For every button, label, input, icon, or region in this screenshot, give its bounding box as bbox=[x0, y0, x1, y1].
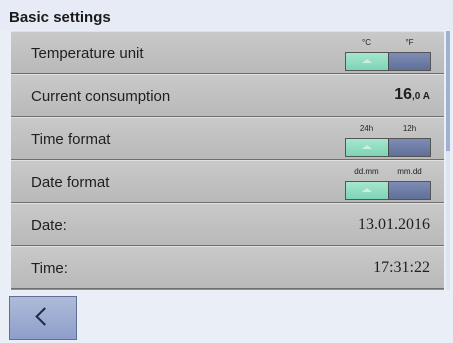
setting-row-date-format: Date format dd.mm mm.dd bbox=[11, 160, 444, 203]
current-consumption-value: 16,0 A bbox=[394, 86, 430, 104]
setting-row-time[interactable]: Time: 17:31:22 bbox=[11, 246, 444, 289]
temperature-unit-toggle[interactable]: °C °F bbox=[345, 38, 431, 72]
scrollbar[interactable] bbox=[446, 31, 450, 290]
header-bar: Basic settings bbox=[0, 0, 453, 30]
toggle-track bbox=[345, 138, 431, 157]
toggle-option-label: 24h bbox=[359, 124, 374, 133]
toggle-option-label: dd.mm bbox=[354, 167, 379, 176]
settings-list[interactable]: Temperature unit °C °F Current consumpti… bbox=[11, 31, 444, 290]
setting-label: Time: bbox=[31, 260, 68, 277]
date-format-toggle[interactable]: dd.mm mm.dd bbox=[345, 167, 431, 201]
toggle-option-12h[interactable] bbox=[387, 139, 430, 156]
toggle-option-mmdd[interactable] bbox=[387, 182, 430, 199]
setting-row-date[interactable]: Date: 13.01.2016 bbox=[11, 203, 444, 246]
setting-label: Current consumption bbox=[31, 88, 171, 105]
page-title: Basic settings bbox=[9, 9, 111, 26]
toggle-option-label: °C bbox=[362, 38, 371, 47]
caret-up-icon bbox=[361, 188, 372, 192]
back-button[interactable] bbox=[9, 296, 77, 340]
setting-label: Temperature unit bbox=[31, 45, 144, 62]
toggle-option-label: mm.dd bbox=[397, 167, 422, 176]
toggle-option-ddmm[interactable] bbox=[346, 182, 388, 199]
setting-row-current-consumption: Current consumption 16,0 A bbox=[11, 74, 444, 117]
caret-up-icon bbox=[361, 59, 372, 63]
toggle-track bbox=[345, 52, 431, 71]
toggle-track bbox=[345, 181, 431, 200]
toggle-option-label: °F bbox=[405, 38, 414, 47]
settings-screen: Basic settings Temperature unit °C °F Cu… bbox=[0, 0, 453, 343]
chevron-left-icon bbox=[35, 307, 54, 326]
current-value-main: 16 bbox=[394, 86, 413, 103]
setting-row-time-format: Time format 24h 12h bbox=[11, 117, 444, 160]
current-value-decimal: ,0 A bbox=[412, 91, 430, 102]
setting-label: Time format bbox=[31, 131, 111, 148]
caret-up-icon bbox=[361, 145, 372, 149]
setting-label: Date: bbox=[31, 217, 67, 234]
toggle-option-fahrenheit[interactable] bbox=[387, 53, 430, 70]
toggle-option-celsius[interactable] bbox=[346, 53, 388, 70]
toggle-option-label: 12h bbox=[402, 124, 417, 133]
time-format-toggle[interactable]: 24h 12h bbox=[345, 124, 431, 158]
scrollbar-thumb[interactable] bbox=[446, 31, 450, 151]
setting-label: Date format bbox=[31, 174, 110, 191]
time-value: 17:31:22 bbox=[373, 259, 430, 276]
setting-row-temperature-unit: Temperature unit °C °F bbox=[11, 31, 444, 74]
toggle-option-24h[interactable] bbox=[346, 139, 388, 156]
date-value: 13.01.2016 bbox=[358, 216, 430, 233]
